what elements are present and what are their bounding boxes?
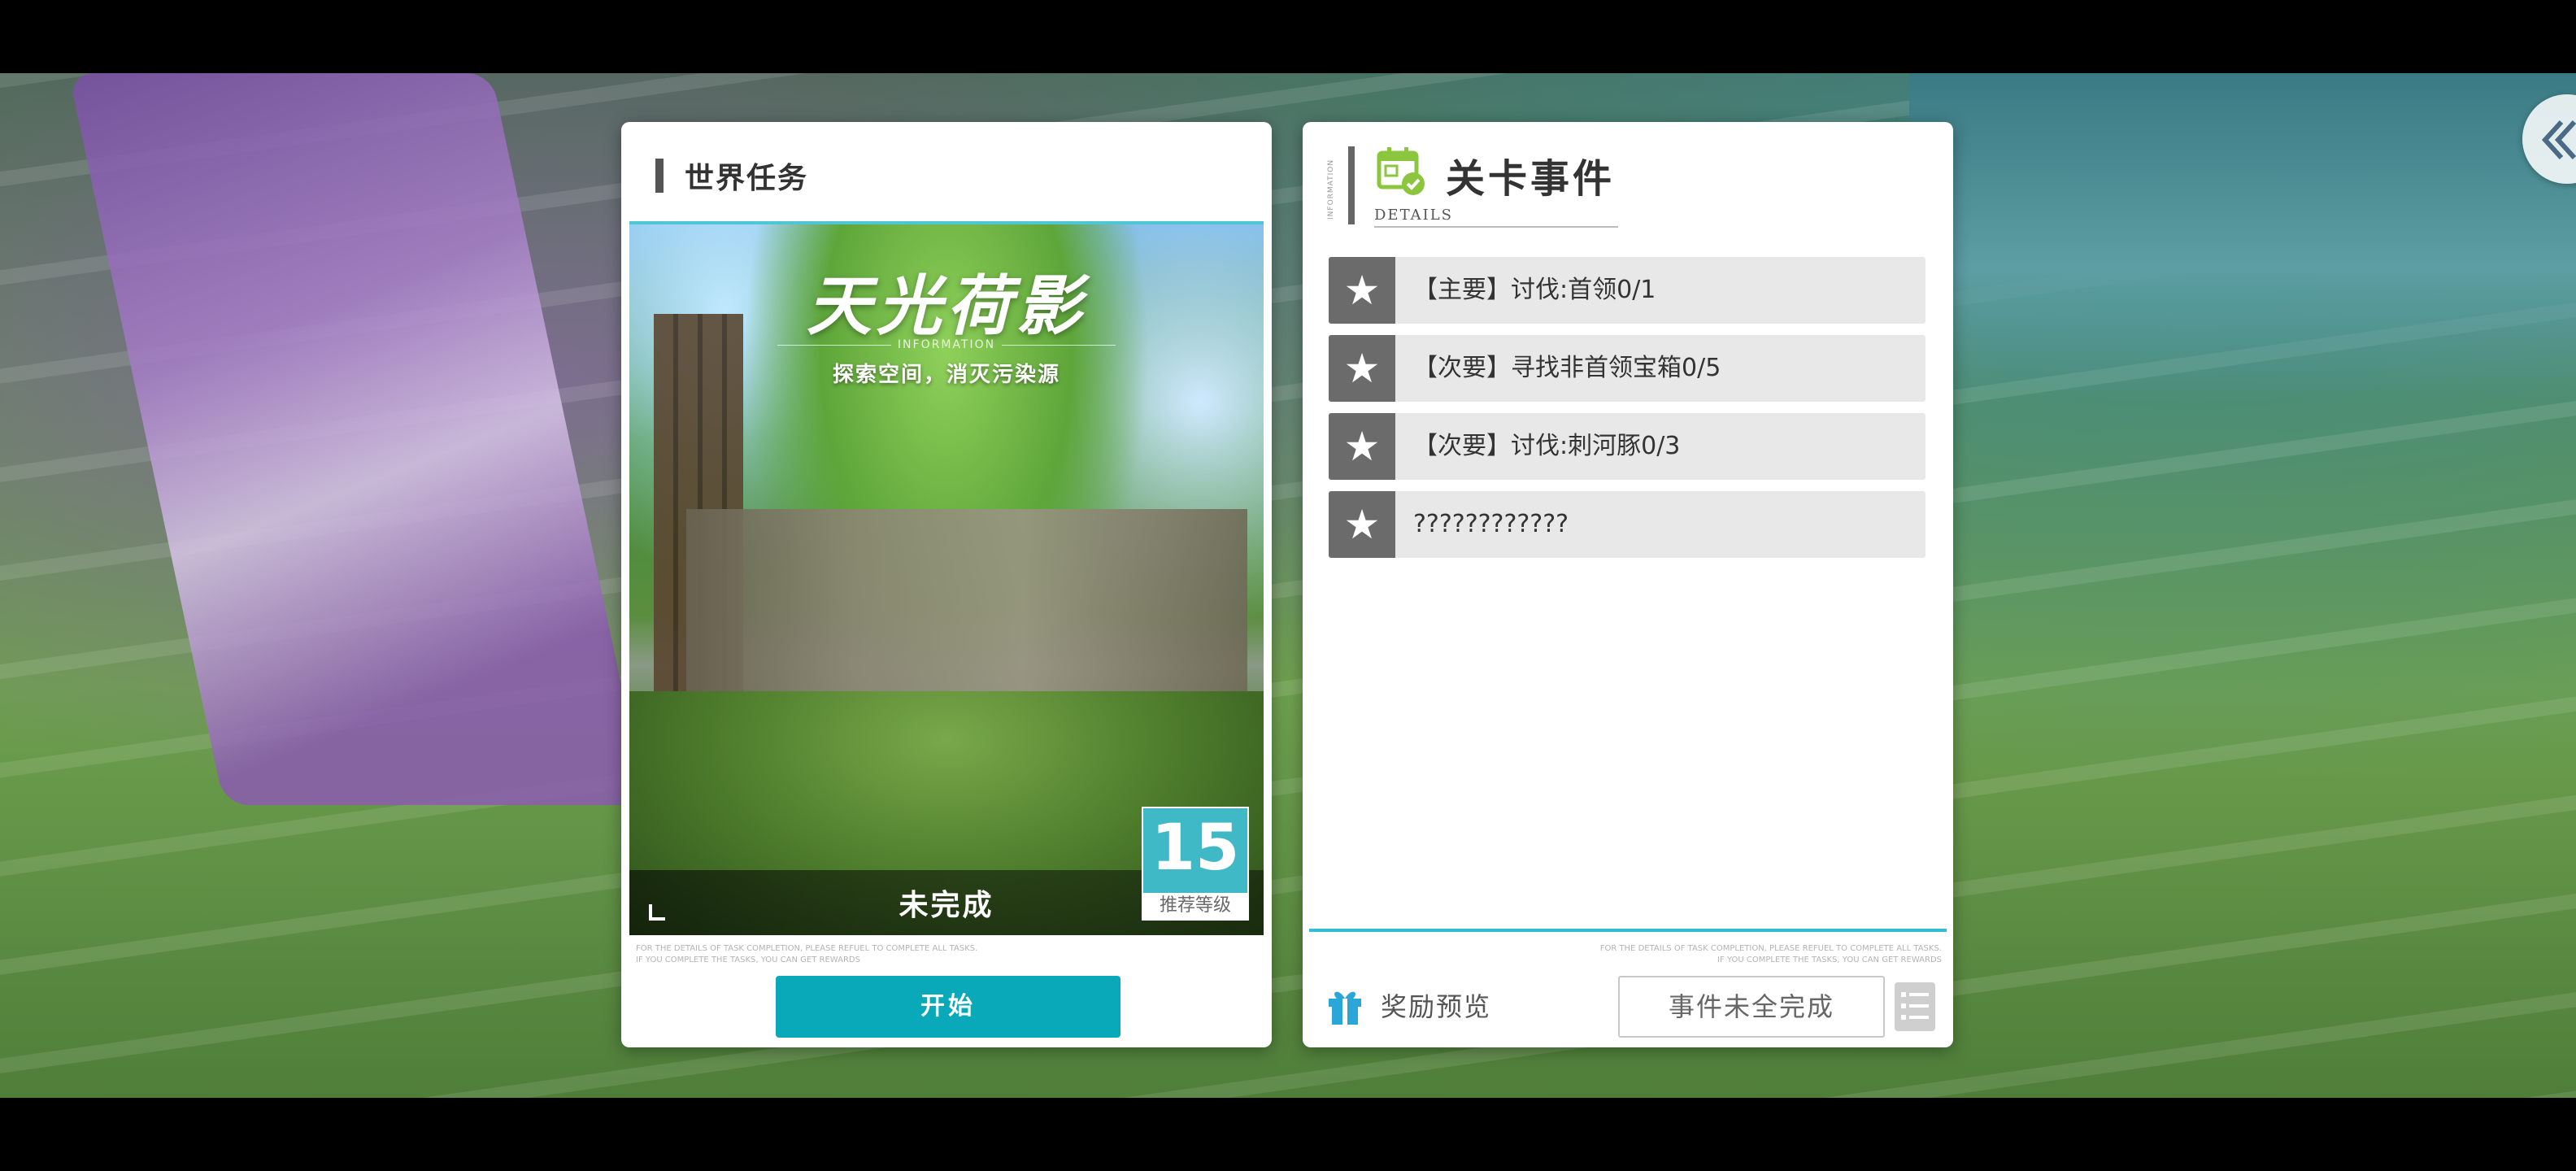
stage-title: 天光荷影 <box>807 268 1086 344</box>
level-events-card: INFORMATION 关卡事件 DETAILS ★ 【主要】讨伐:首领0/1 … <box>1303 122 1953 1047</box>
world-task-title: 世界任务 <box>685 162 809 195</box>
back-chevron-icon <box>2541 120 2576 160</box>
event-row: ★ 【主要】讨伐:首领0/1 <box>1329 257 1925 324</box>
recommended-level-label: 推荐等级 <box>1143 893 1247 919</box>
event-text: ???????????? <box>1413 510 1569 538</box>
event-row: ★ 【次要】讨伐:刺河豚0/3 <box>1329 413 1925 480</box>
start-button[interactable]: 开始 <box>776 976 1120 1038</box>
recommended-level-number: 15 <box>1151 812 1240 885</box>
fine-print-line: FOR THE DETAILS OF TASK COMPLETION, PLEA… <box>636 944 978 953</box>
event-text: 【主要】讨伐:首领0/1 <box>1413 276 1656 304</box>
event-list: ★ 【主要】讨伐:首领0/1 ★ 【次要】寻找非首领宝箱0/5 ★ 【次要】讨伐… <box>1329 257 1925 569</box>
level-events-header: INFORMATION 关卡事件 DETAILS <box>1327 141 1620 231</box>
event-text: 【次要】寻找非首领宝箱0/5 <box>1413 354 1721 382</box>
details-label: DETAILS <box>1374 207 1453 224</box>
fine-print-line: IF YOU COMPLETE THE TASKS, YOU CAN GET R… <box>636 956 860 964</box>
fine-print-line: FOR THE DETAILS OF TASK COMPLETION, PLEA… <box>1599 944 1942 953</box>
fine-print-line: IF YOU COMPLETE THE TASKS, YOU CAN GET R… <box>1717 956 1942 964</box>
stage-subtitle: 探索空间，消灭污染源 <box>832 363 1060 387</box>
vertical-info-label: INFORMATION <box>1327 159 1335 220</box>
header-underline <box>1374 226 1618 228</box>
event-row: ★ 【次要】寻找非首领宝箱0/5 <box>1329 335 1925 402</box>
star-icon: ★ <box>1329 491 1395 558</box>
section-divider <box>1309 929 1947 932</box>
gift-icon <box>1329 991 1361 1025</box>
event-row: ★ ???????????? <box>1329 491 1925 558</box>
list-icon[interactable] <box>1890 979 1940 1034</box>
header-accent-bar <box>655 159 664 193</box>
event-text: 【次要】讨伐:刺河豚0/3 <box>1413 432 1681 460</box>
stage-info-label: INFORMATION <box>629 338 1264 351</box>
reward-preview-label: 奖励预览 <box>1381 991 1492 1022</box>
world-task-card: 世界任务 天光荷影 INFORMATION 探索空间，消灭污染源 未完成 15 … <box>621 122 1272 1047</box>
stage-artwork[interactable]: 天光荷影 INFORMATION 探索空间，消灭污染源 未完成 15 推荐等级 <box>629 221 1264 935</box>
level-events-title: 关卡事件 <box>1446 156 1616 202</box>
calendar-check-icon <box>1377 147 1425 195</box>
star-icon: ★ <box>1329 257 1395 324</box>
header-accent-bar <box>1348 146 1355 224</box>
level-events-fine-print: FOR THE DETAILS OF TASK COMPLETION, PLEA… <box>1600 943 1942 966</box>
star-icon: ★ <box>1329 335 1395 402</box>
world-task-fine-print: FOR THE DETAILS OF TASK COMPLETION, PLEA… <box>636 943 977 966</box>
recommended-level-badge: 15 推荐等级 <box>1142 807 1249 921</box>
reward-preview-button[interactable]: 奖励预览 <box>1325 984 1491 1026</box>
events-incomplete-button[interactable]: 事件未全完成 <box>1618 976 1885 1038</box>
world-task-header: 世界任务 <box>655 155 808 197</box>
art-wall <box>686 509 1247 696</box>
star-icon: ★ <box>1329 413 1395 480</box>
game-background-scene <box>0 73 2576 1098</box>
